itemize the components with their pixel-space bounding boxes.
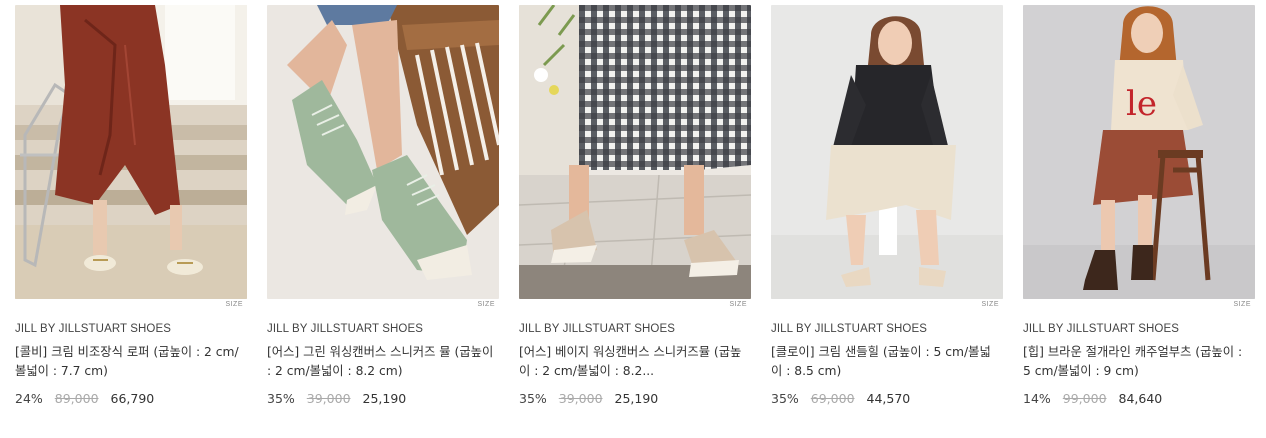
product-card[interactable]: SIZE JILL BY JILLSTUART SHOES [어스] 그린 워싱… <box>267 5 499 425</box>
product-name[interactable]: [어스] 베이지 워싱캔버스 스니커즈뮬 (굽높이 : 2 cm/볼넓이 : 8… <box>519 343 747 383</box>
price-row: 24% 89,000 66,790 <box>15 391 247 406</box>
product-grid: SIZE JILL BY JILLSTUART SHOES [콜비] 크림 비조… <box>15 5 1255 425</box>
sale-price: 25,190 <box>614 391 659 406</box>
size-label[interactable]: SIZE <box>1233 301 1251 308</box>
discount-rate: 35% <box>771 391 799 406</box>
discount-rate: 24% <box>15 391 43 406</box>
product-image[interactable]: le <box>1023 5 1255 299</box>
product-name[interactable]: [클로이] 크림 샌들힐 (굽높이 : 5 cm/볼넓이 : 8.5 cm) <box>771 343 999 383</box>
product-photo-sandal-heel <box>771 5 1003 299</box>
product-image[interactable] <box>519 5 751 299</box>
original-price: 69,000 <box>810 391 855 406</box>
price-row: 35% 39,000 25,190 <box>267 391 499 406</box>
discount-rate: 14% <box>1023 391 1051 406</box>
price-row: 35% 69,000 44,570 <box>771 391 1003 406</box>
size-label[interactable]: SIZE <box>225 301 243 308</box>
product-name[interactable]: [어스] 그린 워싱캔버스 스니커즈 뮬 (굽높이 : 2 cm/볼넓이 : 8… <box>267 343 495 383</box>
product-photo-ankle-boots: le <box>1023 5 1255 299</box>
price-row: 14% 99,000 84,640 <box>1023 391 1255 406</box>
original-price: 39,000 <box>306 391 351 406</box>
product-card[interactable]: SIZE JILL BY JILLSTUART SHOES [어스] 베이지 워… <box>519 5 751 425</box>
price-row: 35% 39,000 25,190 <box>519 391 751 406</box>
product-card[interactable]: SIZE JILL BY JILLSTUART SHOES [클로이] 크림 샌… <box>771 5 1003 425</box>
size-label[interactable]: SIZE <box>981 301 999 308</box>
size-label[interactable]: SIZE <box>477 301 495 308</box>
brand-name[interactable]: JILL BY JILLSTUART SHOES <box>771 323 1003 335</box>
product-photo-green-sneaker <box>267 5 499 299</box>
sale-price: 44,570 <box>866 391 911 406</box>
product-name[interactable]: [힙] 브라운 절개라인 캐주얼부츠 (굽높이 : 5 cm/볼넓이 : 9 c… <box>1023 343 1251 383</box>
original-price: 89,000 <box>54 391 99 406</box>
discount-rate: 35% <box>519 391 547 406</box>
sale-price: 66,790 <box>110 391 155 406</box>
product-photo-beige-sneaker <box>519 5 751 299</box>
original-price: 39,000 <box>558 391 603 406</box>
product-image[interactable] <box>771 5 1003 299</box>
svg-text:le: le <box>1126 84 1157 124</box>
size-label[interactable]: SIZE <box>729 301 747 308</box>
product-card[interactable]: SIZE JILL BY JILLSTUART SHOES [콜비] 크림 비조… <box>15 5 247 425</box>
product-image[interactable] <box>267 5 499 299</box>
product-image[interactable] <box>15 5 247 299</box>
brand-name[interactable]: JILL BY JILLSTUART SHOES <box>519 323 751 335</box>
sale-price: 84,640 <box>1118 391 1163 406</box>
sale-price: 25,190 <box>362 391 407 406</box>
brand-name[interactable]: JILL BY JILLSTUART SHOES <box>1023 323 1255 335</box>
product-photo-loafer <box>15 5 247 299</box>
brand-name[interactable]: JILL BY JILLSTUART SHOES <box>267 323 499 335</box>
discount-rate: 35% <box>267 391 295 406</box>
product-card[interactable]: le SIZE JILL BY JILLSTUART SHOES [힙] 브라운… <box>1023 5 1255 425</box>
brand-name[interactable]: JILL BY JILLSTUART SHOES <box>15 323 247 335</box>
product-name[interactable]: [콜비] 크림 비조장식 로퍼 (굽높이 : 2 cm/볼넓이 : 7.7 cm… <box>15 343 243 383</box>
original-price: 99,000 <box>1062 391 1107 406</box>
